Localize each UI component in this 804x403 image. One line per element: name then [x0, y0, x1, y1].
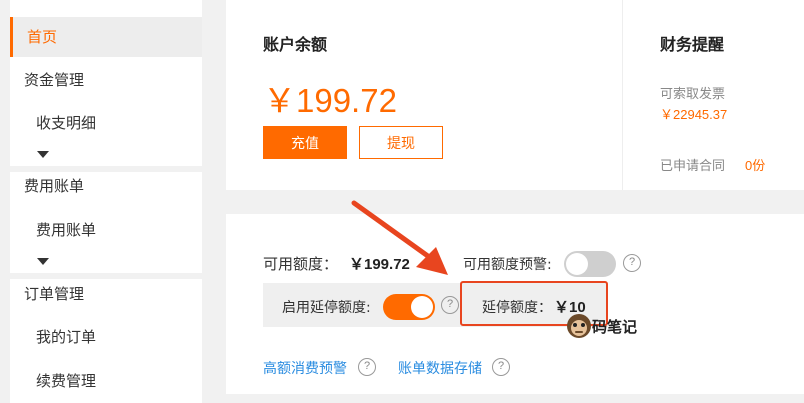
- sidebar-group-funds[interactable]: 资金管理: [10, 66, 202, 94]
- available-quota-label: 可用额度：: [263, 255, 339, 273]
- quota-warning-toggle[interactable]: [564, 251, 616, 277]
- contract-label: 已申请合同: [660, 159, 726, 174]
- bill-data-storage-link[interactable]: 账单数据存储: [398, 358, 482, 378]
- sidebar-item-bills[interactable]: 费用账单: [10, 216, 202, 244]
- sidebar-divider: [10, 273, 202, 279]
- quota-card: 可用额度： ￥199.72 可用额度预警: ? 启用延停额度: ? 延停额度： …: [226, 214, 804, 394]
- sidebar-item-renewals[interactable]: 续费管理: [10, 367, 202, 395]
- withdraw-button[interactable]: 提现: [359, 126, 443, 159]
- help-icon[interactable]: ?: [492, 358, 510, 376]
- chevron-down-icon[interactable]: [37, 151, 49, 158]
- balance-title: 账户余额: [263, 35, 328, 54]
- balance-card: 账户余额 ￥199.72 充值 提现 财务提醒 可索取发票 ￥22945.37 …: [226, 0, 804, 190]
- toggle-knob: [566, 253, 588, 275]
- deferred-enable-toggle[interactable]: [383, 294, 435, 320]
- sidebar-group-orders[interactable]: 订单管理: [10, 280, 202, 308]
- deferred-enable-label: 启用延停额度:: [282, 300, 371, 316]
- contract-value[interactable]: 0份: [745, 155, 765, 174]
- sidebar-item-my-orders[interactable]: 我的订单: [10, 323, 202, 351]
- sidebar-group-billing[interactable]: 费用账单: [10, 172, 202, 200]
- monkey-logo-icon: [567, 314, 591, 338]
- annotation-arrow-icon: [351, 200, 448, 275]
- high-consumption-alert-link[interactable]: 高额消费预警: [263, 358, 347, 378]
- chevron-down-icon[interactable]: [37, 258, 49, 265]
- card-divider: [622, 0, 623, 190]
- balance-amount: ￥199.72: [263, 82, 397, 119]
- watermark-text: 码笔记: [592, 318, 638, 336]
- invoice-label: 可索取发票: [660, 87, 726, 102]
- finance-reminder-title: 财务提醒: [660, 35, 725, 54]
- sidebar-item-transactions[interactable]: 收支明细: [10, 109, 202, 137]
- invoice-value[interactable]: ￥22945.37: [660, 104, 727, 123]
- toggle-knob: [411, 296, 433, 318]
- help-icon[interactable]: ?: [623, 254, 641, 272]
- sidebar: 首页 资金管理 收支明细 费用账单 费用账单 订单管理 我的订单 续费管理: [10, 0, 202, 403]
- recharge-button[interactable]: 充值: [263, 126, 347, 159]
- help-icon[interactable]: ?: [441, 296, 459, 314]
- sidebar-item-home[interactable]: 首页: [10, 17, 202, 57]
- help-icon[interactable]: ?: [358, 358, 376, 376]
- quota-warning-label: 可用额度预警:: [463, 257, 552, 273]
